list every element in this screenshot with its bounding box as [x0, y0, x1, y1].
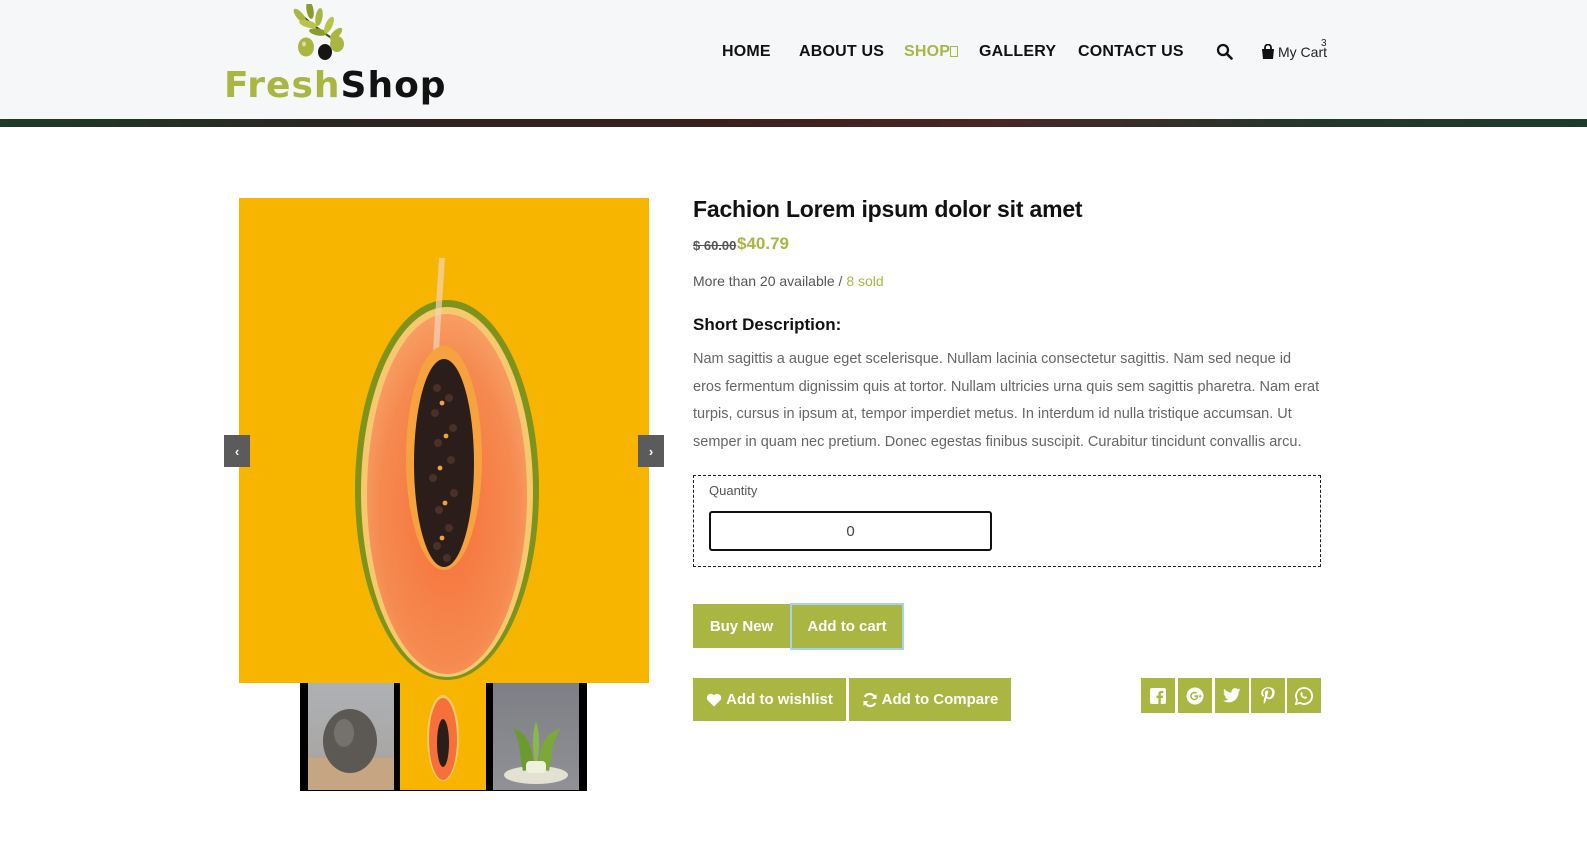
share-twitter-button[interactable]	[1215, 678, 1249, 713]
chevron-right-icon: ›	[648, 443, 654, 459]
price-current: $40.79	[737, 234, 789, 253]
twitter-icon	[1223, 688, 1241, 703]
olive-branch-icon	[293, 4, 344, 60]
gallery-prev-button[interactable]: ‹	[224, 435, 250, 467]
cart-link[interactable]: My Cart 3	[1261, 38, 1341, 65]
nav-about-us[interactable]: ABOUT US	[799, 42, 884, 62]
price-original: $ 60.00	[693, 238, 737, 253]
share-facebook-button[interactable]	[1141, 678, 1175, 713]
hero-banner-strip	[0, 119, 1587, 127]
pinterest-icon	[1261, 686, 1275, 704]
short-description: Nam sagittis a augue eget scelerisque. N…	[693, 351, 1320, 450]
quantity-label: Quantity	[709, 483, 758, 498]
share-pinterest-button[interactable]	[1251, 678, 1285, 713]
whatsapp-icon	[1295, 686, 1313, 705]
nav-shop[interactable]: SHOP	[904, 42, 950, 62]
thumbnail-papaya[interactable]	[400, 683, 486, 790]
thumbnail-bok-choy[interactable]	[493, 683, 579, 790]
product-title: Fachion Lorem ipsum dolor sit amet	[693, 196, 1083, 222]
papaya-image	[355, 257, 539, 680]
chevron-left-icon: ‹	[234, 443, 240, 459]
add-to-wishlist-button[interactable]: Add to wishlist	[693, 678, 846, 721]
dropdown-caret-icon[interactable]	[950, 46, 958, 57]
product-main-image	[239, 198, 649, 683]
search-icon[interactable]	[1216, 43, 1233, 60]
cart-label: My Cart	[1278, 44, 1327, 60]
thumbnail-avocado[interactable]	[308, 683, 394, 790]
logo[interactable]: FreshShop	[224, 4, 446, 108]
add-to-cart-button[interactable]: Add to cart	[790, 603, 904, 650]
nav-contact-us[interactable]: CONTACT US	[1078, 42, 1184, 62]
site-header: FreshShop HOME ABOUT US SHOP GALLERY CON…	[0, 0, 1587, 119]
compare-label: Add to Compare	[881, 691, 999, 708]
facebook-icon	[1150, 687, 1166, 704]
sold-count: 8 sold	[846, 273, 884, 289]
thumbnail-strip	[300, 683, 587, 791]
share-google-plus-button[interactable]	[1178, 678, 1212, 713]
stock-info: More than 20 available / 8 sold	[693, 273, 884, 289]
wishlist-label: Add to wishlist	[726, 691, 833, 708]
buy-now-button[interactable]: Buy New	[693, 604, 790, 648]
cart-count-badge: 3	[1321, 38, 1327, 49]
short-description-heading: Short Description:	[693, 315, 842, 334]
quantity-box: Quantity	[693, 475, 1321, 567]
google-plus-icon	[1186, 687, 1204, 704]
gallery-next-button[interactable]: ›	[638, 435, 664, 467]
add-to-compare-button[interactable]: Add to Compare	[849, 678, 1011, 721]
shopping-bag-icon	[1262, 44, 1274, 59]
quantity-input[interactable]	[709, 511, 992, 551]
nav-gallery[interactable]: GALLERY	[979, 42, 1056, 62]
logo-text: FreshShop	[224, 65, 447, 106]
stock-text: More than 20 available /	[693, 273, 843, 289]
share-whatsapp-button[interactable]	[1287, 678, 1321, 713]
heart-icon	[706, 693, 722, 706]
nav-home[interactable]: HOME	[722, 42, 771, 62]
refresh-icon	[863, 692, 877, 707]
